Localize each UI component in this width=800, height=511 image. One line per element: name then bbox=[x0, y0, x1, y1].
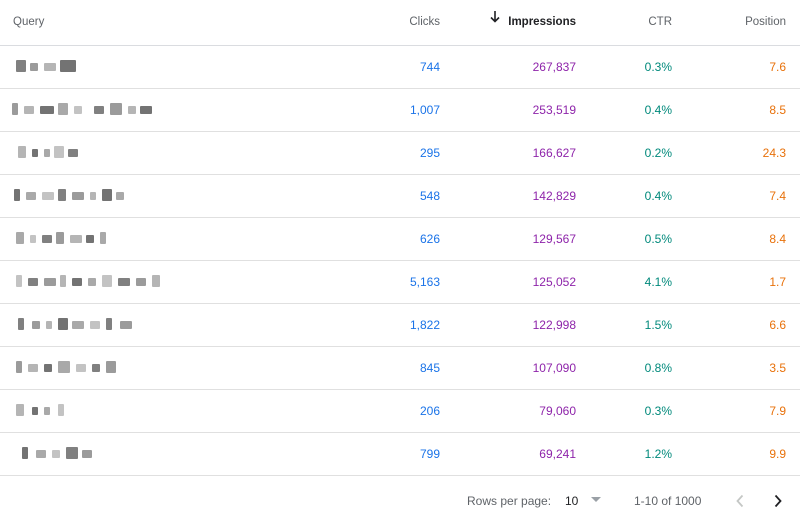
performance-table: Query Clicks Impressions CTR Position 74… bbox=[0, 0, 800, 476]
rows-per-page-label: Rows per page: bbox=[467, 494, 552, 508]
impressions-cell: 79,060 bbox=[539, 404, 576, 418]
table-row[interactable]: 548 142,829 0.4% 7.4 bbox=[0, 175, 800, 218]
position-cell: 8.5 bbox=[769, 103, 786, 117]
table-row[interactable]: 1,822 122,998 1.5% 6.6 bbox=[0, 304, 800, 347]
impressions-cell: 125,052 bbox=[532, 275, 576, 289]
table-header: Query Clicks Impressions CTR Position bbox=[0, 0, 800, 46]
position-cell: 7.4 bbox=[769, 189, 786, 203]
column-header-position[interactable]: Position bbox=[706, 0, 786, 46]
position-cell: 3.5 bbox=[769, 361, 786, 375]
clicks-cell: 548 bbox=[419, 189, 440, 203]
table-row[interactable]: 1,007 253,519 0.4% 8.5 bbox=[0, 89, 800, 132]
impressions-cell: 267,837 bbox=[532, 60, 576, 74]
position-cell: 7.6 bbox=[769, 60, 786, 74]
impressions-cell: 129,567 bbox=[532, 232, 576, 246]
position-cell: 6.6 bbox=[769, 318, 786, 332]
clicks-cell: 799 bbox=[419, 447, 440, 461]
table-row[interactable]: 206 79,060 0.3% 7.9 bbox=[0, 390, 800, 433]
impressions-cell: 142,829 bbox=[532, 189, 576, 203]
ctr-cell: 0.8% bbox=[644, 361, 672, 375]
ctr-cell: 1.2% bbox=[644, 447, 672, 461]
next-page-button[interactable] bbox=[767, 490, 789, 511]
position-cell: 24.3 bbox=[762, 146, 786, 160]
ctr-cell: 0.4% bbox=[644, 103, 672, 117]
clicks-cell: 1,822 bbox=[409, 318, 440, 332]
ctr-cell: 0.3% bbox=[644, 404, 672, 418]
table-row[interactable]: 626 129,567 0.5% 8.4 bbox=[0, 218, 800, 261]
position-cell: 9.9 bbox=[769, 447, 786, 461]
column-header-impressions[interactable]: Impressions bbox=[470, 0, 576, 46]
clicks-cell: 295 bbox=[419, 146, 440, 160]
column-header-clicks[interactable]: Clicks bbox=[360, 0, 440, 46]
ctr-cell: 0.5% bbox=[644, 232, 672, 246]
table-row[interactable]: 295 166,627 0.2% 24.3 bbox=[0, 132, 800, 175]
table-row[interactable]: 5,163 125,052 4.1% 1.7 bbox=[0, 261, 800, 304]
table-row[interactable]: 744 267,837 0.3% 7.6 bbox=[0, 46, 800, 89]
pagination-bar: Rows per page: 10 1-10 of 1000 bbox=[0, 478, 800, 511]
chevron-right-icon bbox=[774, 494, 782, 508]
table-row[interactable]: 845 107,090 0.8% 3.5 bbox=[0, 347, 800, 390]
table-row[interactable]: 799 69,241 1.2% 9.9 bbox=[0, 433, 800, 476]
chevron-left-icon bbox=[736, 494, 744, 508]
clicks-cell: 1,007 bbox=[409, 103, 440, 117]
clicks-cell: 845 bbox=[419, 361, 440, 375]
table-body: 744 267,837 0.3% 7.6 1,007 253,519 0.4% 8.5 295 1… bbox=[0, 46, 800, 476]
clicks-cell: 744 bbox=[419, 60, 440, 74]
impressions-cell: 122,998 bbox=[532, 318, 576, 332]
ctr-cell: 4.1% bbox=[644, 275, 672, 289]
arrow-down-icon bbox=[490, 0, 500, 42]
column-header-impressions-label: Impressions bbox=[508, 16, 576, 28]
impressions-cell: 69,241 bbox=[539, 447, 576, 461]
position-cell: 7.9 bbox=[769, 404, 786, 418]
pagination-range: 1-10 of 1000 bbox=[634, 494, 702, 508]
impressions-cell: 253,519 bbox=[532, 103, 576, 117]
impressions-cell: 166,627 bbox=[532, 146, 576, 160]
ctr-cell: 0.2% bbox=[644, 146, 672, 160]
prev-page-button[interactable] bbox=[729, 490, 751, 511]
clicks-cell: 5,163 bbox=[409, 275, 440, 289]
ctr-cell: 0.4% bbox=[644, 189, 672, 203]
clicks-cell: 626 bbox=[419, 232, 440, 246]
clicks-cell: 206 bbox=[419, 404, 440, 418]
triangle-down-icon[interactable] bbox=[591, 497, 601, 502]
ctr-cell: 0.3% bbox=[644, 60, 672, 74]
position-cell: 1.7 bbox=[769, 275, 786, 289]
position-cell: 8.4 bbox=[769, 232, 786, 246]
rows-per-page-select[interactable]: 10 bbox=[565, 478, 578, 511]
column-header-ctr[interactable]: CTR bbox=[600, 0, 672, 46]
impressions-cell: 107,090 bbox=[532, 361, 576, 375]
ctr-cell: 1.5% bbox=[644, 318, 672, 332]
column-header-query[interactable]: Query bbox=[13, 0, 44, 46]
